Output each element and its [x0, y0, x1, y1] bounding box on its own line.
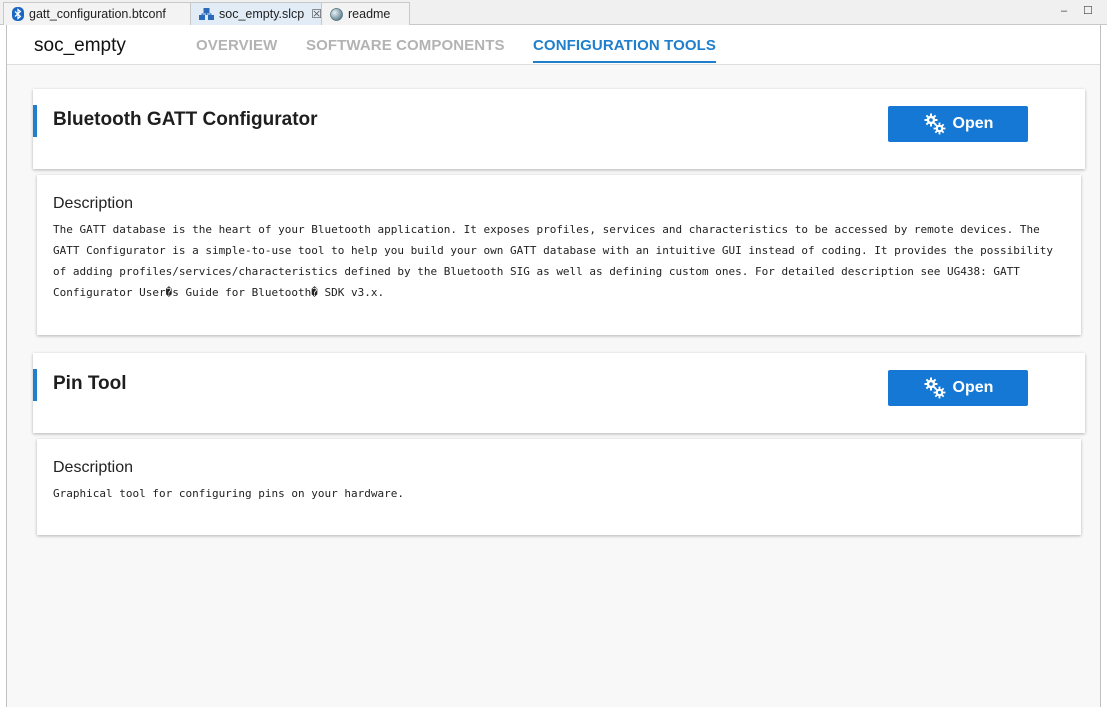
editor-area: soc_empty OVERVIEW SOFTWARE COMPONENTS C…: [6, 25, 1101, 707]
project-title: soc_empty: [34, 35, 126, 56]
globe-icon: [330, 7, 343, 21]
tool-title: Bluetooth GATT Configurator: [53, 109, 318, 130]
editor-tab-label: soc_empty.slcp: [219, 7, 305, 21]
open-button-label: Open: [952, 115, 994, 132]
tool-card-gatt-configurator: Bluetooth GATT Configurator Open: [33, 89, 1085, 169]
editor-tab-bar: gatt_configuration.btconf soc_empty.slcp…: [0, 0, 1107, 25]
accent-bar: [33, 369, 37, 401]
editor-tab-soc-empty[interactable]: soc_empty.slcp ☒: [190, 2, 322, 25]
open-button-label: Open: [952, 379, 994, 396]
accent-bar: [33, 105, 37, 137]
description-label: Description: [53, 459, 134, 476]
open-pin-tool-button[interactable]: Open: [888, 370, 1028, 406]
editor-tab-gatt-configuration[interactable]: gatt_configuration.btconf: [3, 2, 191, 25]
editor-tab-label: gatt_configuration.btconf: [29, 7, 166, 21]
description-text: The GATT database is the heart of your B…: [53, 223, 1060, 299]
maximize-icon[interactable]: ☐: [1083, 4, 1093, 17]
tool-title: Pin Tool: [53, 373, 127, 394]
description-text: Graphical tool for configuring pins on y…: [53, 487, 404, 500]
editor-tab-label: readme: [348, 7, 391, 21]
tool-description-gatt-configurator: Description The GATT database is the hea…: [37, 175, 1081, 335]
tab-overview[interactable]: OVERVIEW: [196, 37, 277, 54]
tab-configuration-tools[interactable]: CONFIGURATION TOOLS: [533, 37, 717, 63]
description-label: Description: [53, 195, 134, 212]
tool-card-pin-tool: Pin Tool Open: [33, 353, 1085, 433]
tool-description-pin-tool: Description Graphical tool for configuri…: [37, 439, 1081, 535]
tab-software-components[interactable]: SOFTWARE COMPONENTS: [306, 37, 505, 54]
gears-icon: [924, 377, 945, 399]
open-gatt-configurator-button[interactable]: Open: [888, 106, 1028, 142]
minimize-icon[interactable]: –: [1061, 5, 1067, 17]
bluetooth-icon: [12, 7, 24, 21]
editor-tab-readme[interactable]: readme: [321, 2, 410, 25]
project-header: soc_empty OVERVIEW SOFTWARE COMPONENTS C…: [7, 25, 1100, 65]
gears-icon: [924, 113, 945, 135]
project-icon: [199, 7, 214, 21]
